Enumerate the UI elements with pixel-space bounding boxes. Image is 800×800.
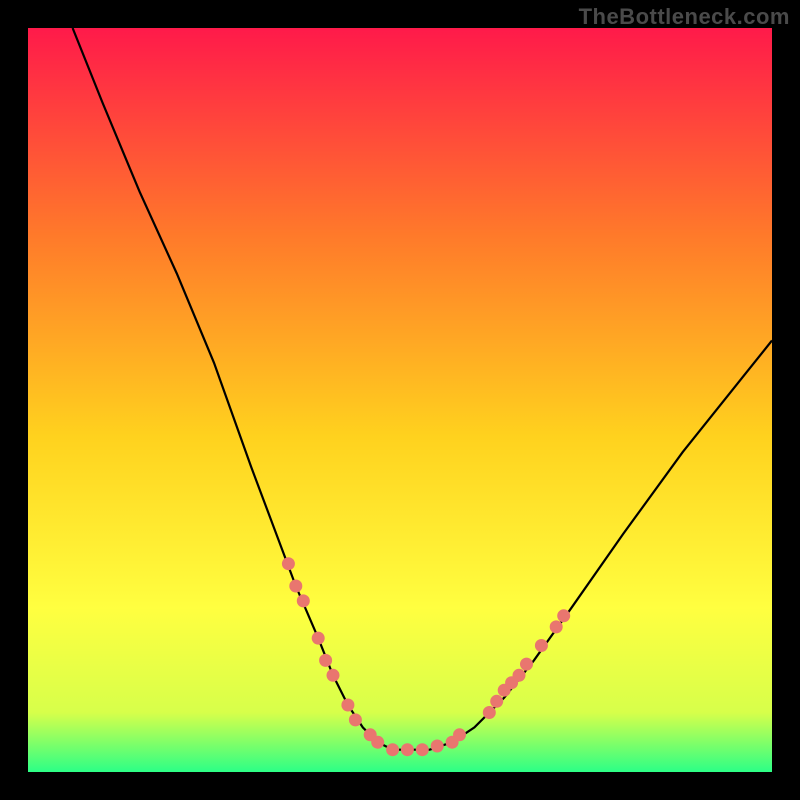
data-marker [453,728,466,741]
data-marker [416,743,429,756]
data-marker [401,743,414,756]
data-marker [349,713,362,726]
data-marker [319,654,332,667]
data-marker [550,620,563,633]
data-marker [535,639,548,652]
data-marker [557,609,570,622]
data-marker [386,743,399,756]
data-marker [520,658,533,671]
chart-frame: TheBottleneck.com [0,0,800,800]
data-marker [327,669,340,682]
data-marker [289,580,302,593]
data-marker [431,740,444,753]
watermark-text: TheBottleneck.com [579,4,790,30]
data-marker [341,699,354,712]
data-marker [282,557,295,570]
gradient-background [28,28,772,772]
data-marker [513,669,526,682]
data-marker [371,736,384,749]
data-marker [297,594,310,607]
plot-area [28,28,772,772]
data-marker [312,632,325,645]
chart-svg [28,28,772,772]
data-marker [483,706,496,719]
data-marker [490,695,503,708]
